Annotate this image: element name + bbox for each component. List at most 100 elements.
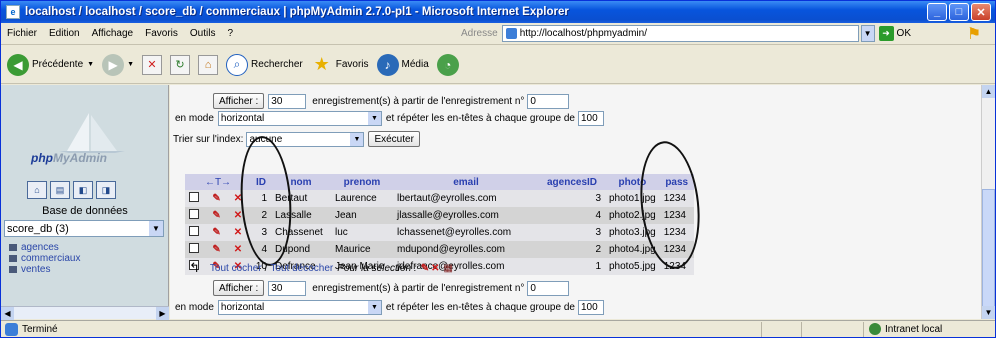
query-window-icon[interactable]: ▤	[50, 181, 70, 199]
address-url: http://localhost/phpmyadmin/	[519, 28, 647, 39]
cell-email: lbertaut@eyrolles.com	[393, 190, 539, 207]
forward-button[interactable]: ▶ ▼	[102, 53, 134, 76]
menu-edition[interactable]: Edition	[49, 28, 80, 39]
table-link-ventes[interactable]: ventes	[9, 264, 80, 275]
back-label: Précédente	[32, 59, 84, 70]
chevron-down-icon: ▼	[367, 301, 381, 314]
scroll-down-icon[interactable]: ▼	[982, 306, 995, 319]
scroll-left-icon[interactable]: ◀	[1, 307, 14, 320]
logo-text: phpMyAdmin	[31, 151, 107, 165]
check-all-link[interactable]: Tout cocher	[210, 263, 262, 274]
row-checkbox[interactable]	[185, 190, 209, 207]
menu-affichage[interactable]: Affichage	[92, 28, 134, 39]
history-button[interactable]: ◔	[436, 53, 462, 76]
scroll-up-icon[interactable]: ▲	[982, 85, 995, 98]
delete-x-icon[interactable]: ✕	[229, 241, 251, 258]
address-bar: Adresse http://localhost/phpmyadmin/ ▼ ➜…	[461, 25, 911, 42]
intranet-icon	[869, 323, 881, 335]
repeat-input-bottom[interactable]: 100	[577, 300, 604, 315]
mode-value: horizontal	[220, 302, 265, 313]
pma-sidebar: phpMyAdmin ⌂ ▤ ◧ ◨ Base de données score…	[1, 85, 169, 320]
header-prenom[interactable]: prenom	[331, 174, 393, 190]
windows-logo-icon: ⚑	[966, 26, 982, 43]
edit-pencil-icon[interactable]: ✎	[208, 190, 230, 207]
home-button[interactable]: ⌂	[198, 54, 219, 75]
header-agencesid[interactable]: agencesID	[539, 174, 605, 190]
edit-pencil-icon[interactable]: ✎	[208, 224, 230, 241]
logo-php: php	[31, 151, 53, 165]
records-text-bottom: enregistrement(s) à partir de l'enregist…	[312, 282, 525, 294]
nav-top-row2: en mode horizontal ▼ et répéter les en-tê…	[175, 111, 604, 126]
nav-bottom-row2: en mode horizontal ▼ et répéter les en-tê…	[175, 300, 604, 315]
ie-icon: e	[6, 5, 20, 19]
address-input[interactable]: http://localhost/phpmyadmin/	[501, 25, 859, 42]
rows-input-bottom[interactable]: 30	[268, 280, 307, 296]
search-label: Rechercher	[251, 59, 303, 70]
repeat-input-top[interactable]: 100	[577, 111, 604, 126]
search-button[interactable]: ⌕ Rechercher	[226, 53, 303, 76]
minimize-button[interactable]: _	[927, 3, 947, 21]
cell-agencesid: 3	[539, 224, 605, 241]
execute-button[interactable]: Exécuter	[368, 131, 420, 147]
home-icon[interactable]: ⌂	[27, 181, 47, 199]
row-checkbox[interactable]	[185, 241, 209, 258]
sort-row: Trier sur l'index: aucune ▼ Exécuter	[173, 131, 420, 147]
edit-pencil-icon[interactable]: ✎	[421, 263, 429, 274]
stop-button[interactable]: ✕	[142, 54, 163, 75]
row-checkbox[interactable]	[185, 207, 209, 224]
cell-photo: photo5.jpg	[605, 258, 660, 275]
start-input-top[interactable]: 0	[527, 93, 570, 109]
cell-prenom: Maurice	[331, 241, 393, 258]
cell-email: lchassenet@eyrolles.com	[393, 224, 539, 241]
scroll-right-icon[interactable]: ▶	[156, 307, 169, 320]
sql-icon[interactable]: ◧	[73, 181, 93, 199]
edit-pencil-icon[interactable]: ✎	[208, 241, 230, 258]
row-checkbox[interactable]	[185, 224, 209, 241]
table-link-commerciaux[interactable]: commerciaux	[9, 253, 80, 264]
cell-prenom: luc	[331, 224, 393, 241]
media-button[interactable]: ♪ Média	[376, 53, 429, 76]
selection-row: ↰ Tout cocher / Tout décocher Pour la sé…	[189, 260, 453, 275]
table-name: ventes	[21, 264, 51, 275]
menu-fichier[interactable]: Fichier	[7, 28, 37, 39]
menu-outils[interactable]: Outils	[190, 28, 216, 39]
show-button-bottom[interactable]: Afficher :	[213, 280, 265, 296]
table-icon	[9, 244, 17, 251]
sidebar-hscrollbar[interactable]: ◀ ▶	[1, 306, 169, 320]
export-icon[interactable]: ▦	[444, 263, 453, 274]
go-button[interactable]: ➜ OK	[878, 26, 911, 41]
table-link-agences[interactable]: agences	[9, 242, 80, 253]
uncheck-all-link[interactable]: Tout décocher	[270, 263, 333, 274]
arrow-up-icon: ↰	[189, 260, 200, 275]
rows-input-top[interactable]: 30	[268, 93, 307, 109]
pma-logo[interactable]: phpMyAdmin	[29, 113, 159, 169]
db-select[interactable]: score_db (3) ▼	[4, 220, 164, 237]
security-zone: Intranet local	[869, 323, 942, 335]
chevron-down-icon: ▼	[367, 112, 381, 125]
header-email[interactable]: email	[393, 174, 539, 190]
scroll-thumb[interactable]	[982, 189, 995, 309]
mode-select-top[interactable]: horizontal ▼	[217, 111, 382, 126]
docs-icon[interactable]: ◨	[96, 181, 116, 199]
address-dropdown[interactable]: ▼	[860, 25, 875, 42]
mode-select-bottom[interactable]: horizontal ▼	[217, 300, 382, 315]
delete-x-icon[interactable]: ✕	[431, 263, 439, 274]
maximize-button[interactable]: □	[949, 3, 969, 21]
close-button[interactable]: ✕	[971, 3, 991, 21]
show-button-top[interactable]: Afficher :	[213, 93, 265, 109]
refresh-icon: ↻	[170, 54, 191, 75]
table-icon	[9, 255, 17, 262]
chevron-down-icon: ▼	[350, 132, 364, 146]
refresh-button[interactable]: ↻	[170, 54, 191, 75]
menu-help[interactable]: ?	[227, 28, 233, 39]
menu-favoris[interactable]: Favoris	[145, 28, 178, 39]
start-input-bottom[interactable]: 0	[527, 280, 570, 296]
cell-prenom: Laurence	[331, 190, 393, 207]
back-button[interactable]: ◀ Précédente ▼	[7, 53, 94, 76]
table-name: commerciaux	[21, 253, 81, 264]
home-icon: ⌂	[198, 54, 219, 75]
status-bar: Terminé Intranet local	[1, 320, 995, 338]
favorites-button[interactable]: ★ Favoris	[311, 54, 369, 76]
edit-pencil-icon[interactable]: ✎	[208, 207, 230, 224]
main-vscrollbar[interactable]: ▲ ▼	[981, 85, 995, 319]
